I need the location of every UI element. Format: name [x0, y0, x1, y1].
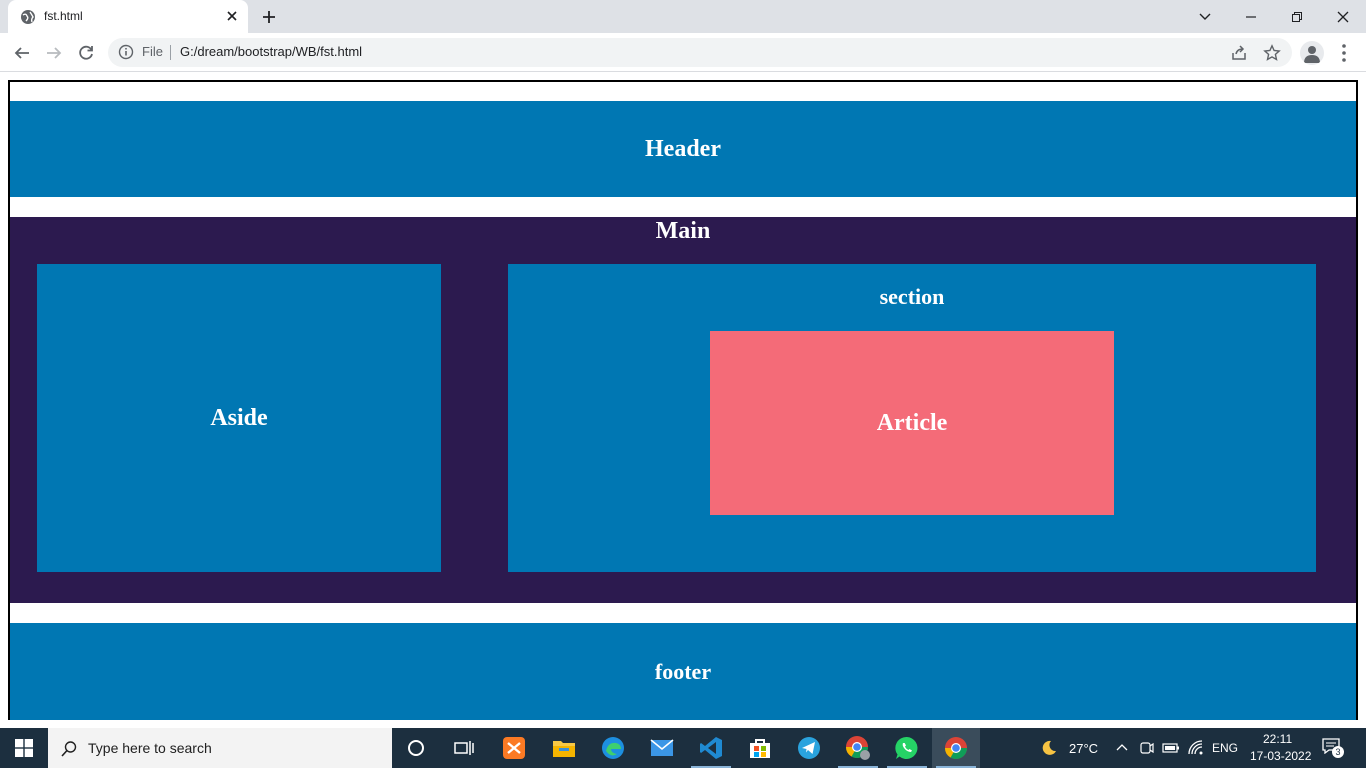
notifications-button[interactable]: 3	[1322, 738, 1344, 758]
chevron-up-icon[interactable]	[1116, 742, 1128, 754]
reload-button[interactable]	[74, 41, 98, 65]
new-tab-icon[interactable]	[258, 6, 280, 28]
chrome-icon	[945, 737, 967, 759]
close-icon	[1337, 11, 1349, 22]
minimize-button[interactable]	[1228, 0, 1274, 33]
minimize-icon	[1246, 15, 1256, 18]
weather-moon-icon[interactable]	[1040, 739, 1058, 757]
task-view-button[interactable]	[440, 728, 488, 768]
edge-button[interactable]	[589, 728, 637, 768]
url-text[interactable]: G:/dream/bootstrap/WB/fst.html	[180, 44, 362, 59]
forward-button[interactable]	[42, 41, 66, 65]
tab-strip: fst.html	[0, 0, 1366, 33]
meet-now-icon[interactable]	[1140, 740, 1154, 756]
footer-text: footer	[654, 658, 712, 684]
aside-text: Aside	[210, 404, 268, 431]
telegram-icon	[798, 737, 820, 759]
section-heading: section	[879, 284, 945, 309]
browser-toolbar: File G:/dream/bootstrap/WB/fst.html	[0, 33, 1366, 72]
article-text: Article	[876, 409, 948, 436]
article-block: Article	[710, 331, 1114, 515]
telegram-button[interactable]	[785, 728, 833, 768]
start-button[interactable]	[0, 728, 48, 768]
site-info-chip[interactable]: File	[142, 44, 163, 59]
wifi-icon[interactable]	[1188, 740, 1204, 756]
windows-logo-icon	[15, 739, 33, 757]
aside-block: Aside	[37, 264, 441, 572]
profile-avatar[interactable]	[1300, 41, 1324, 65]
language-indicator[interactable]: ENG	[1212, 741, 1238, 755]
whatsapp-button[interactable]	[883, 728, 931, 768]
chip-divider	[170, 45, 171, 60]
store-icon	[750, 739, 770, 758]
notification-count-badge: 3	[1332, 746, 1344, 758]
share-icon[interactable]	[1230, 44, 1248, 62]
chrome-profile-icon	[846, 736, 870, 760]
task-view-icon	[454, 741, 474, 755]
clock-time[interactable]: 22:11	[1263, 732, 1292, 746]
xampp-button[interactable]	[490, 728, 538, 768]
header-text: Header	[645, 135, 721, 162]
whatsapp-icon	[895, 736, 918, 759]
chrome-button[interactable]	[932, 728, 980, 768]
main-heading: Main	[655, 218, 711, 244]
cortana-button[interactable]	[392, 728, 440, 768]
vscode-button[interactable]	[687, 728, 735, 768]
info-icon[interactable]	[118, 44, 134, 60]
menu-kebab-icon[interactable]	[1334, 41, 1354, 65]
reload-icon	[79, 45, 93, 60]
site-footer: footer	[10, 623, 1356, 720]
file-explorer-icon	[553, 741, 575, 757]
tab-title: fst.html	[44, 9, 83, 23]
web-page: Header Main Aside section Article footer	[0, 72, 1366, 728]
store-button[interactable]	[736, 728, 784, 768]
back-button[interactable]	[10, 41, 34, 65]
vscode-icon	[700, 737, 722, 759]
tab-fst-html[interactable]: fst.html	[8, 0, 248, 33]
search-icon	[61, 741, 77, 757]
forward-arrow-icon	[47, 47, 62, 59]
taskbar: Type here to search 27°C ENG 22:11 17-03…	[0, 728, 1366, 768]
restore-button[interactable]	[1274, 0, 1320, 33]
site-main: Main Aside section Article	[10, 217, 1356, 603]
battery-icon[interactable]	[1162, 741, 1180, 755]
globe-icon	[21, 10, 35, 24]
close-window-button[interactable]	[1320, 0, 1366, 33]
restore-icon	[1292, 11, 1302, 22]
back-arrow-icon	[14, 47, 29, 59]
page-wrapper: Header Main Aside section Article footer	[8, 80, 1358, 720]
xampp-icon	[503, 737, 525, 759]
file-explorer-button[interactable]	[540, 728, 588, 768]
person-icon	[1304, 46, 1320, 63]
clock-date[interactable]: 17-03-2022	[1250, 749, 1311, 763]
bookmark-star-icon[interactable]	[1263, 44, 1281, 62]
search-placeholder: Type here to search	[88, 740, 212, 756]
site-header: Header	[10, 101, 1356, 197]
edge-icon	[602, 737, 624, 759]
close-tab-icon[interactable]	[224, 8, 240, 24]
tab-search-button[interactable]	[1182, 0, 1228, 33]
mail-button[interactable]	[638, 728, 686, 768]
chevron-down-icon	[1199, 13, 1211, 20]
chrome-profile-button[interactable]	[834, 728, 882, 768]
section-block: section Article	[508, 264, 1316, 572]
cortana-icon	[408, 740, 424, 756]
mail-icon	[650, 739, 674, 756]
taskbar-search-box[interactable]: Type here to search	[48, 728, 392, 768]
temperature-text[interactable]: 27°C	[1069, 741, 1098, 756]
address-bar[interactable]: File G:/dream/bootstrap/WB/fst.html	[108, 38, 1292, 67]
